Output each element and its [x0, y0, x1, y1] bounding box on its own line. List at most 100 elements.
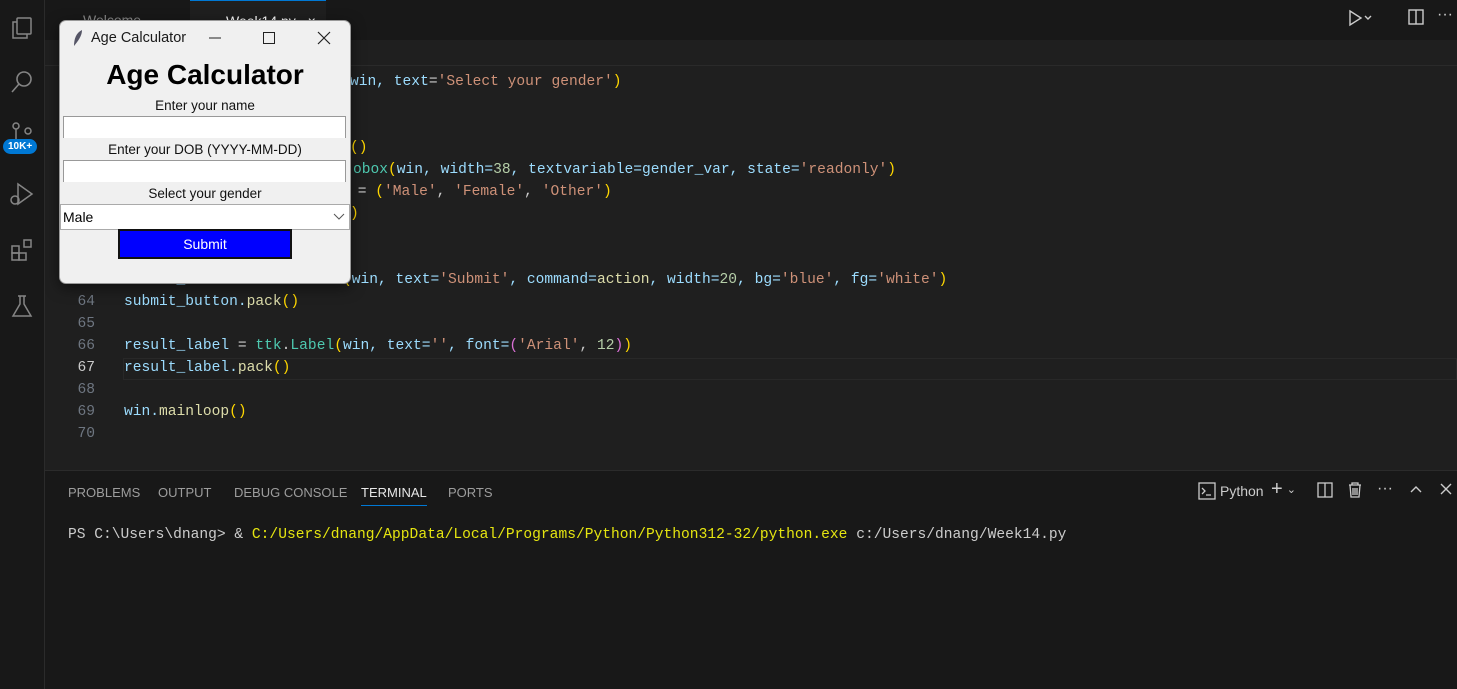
bottom-panel: PROBLEMS OUTPUT DEBUG CONSOLE TERMINAL PORTS…	[45, 470, 1457, 689]
search-icon[interactable]	[6, 66, 38, 98]
code-token: 'Other'	[541, 184, 603, 200]
code-token: )	[350, 206, 359, 222]
code-token: )	[612, 74, 622, 90]
code-token: ,	[436, 184, 455, 200]
terminal-name: Python	[1220, 483, 1264, 499]
terminal-prompt: PS C:\Users\dnang> &	[68, 527, 252, 543]
code-token: =	[428, 74, 438, 90]
code-token: win, text=	[351, 272, 440, 288]
close-panel-icon[interactable]	[1439, 482, 1453, 496]
line-number: 69	[77, 404, 95, 420]
minimize-button[interactable]	[204, 27, 226, 49]
code-line: result_label.pack()	[124, 360, 290, 376]
submit-button[interactable]: Submit	[118, 229, 292, 259]
code-token: submit_button.	[124, 294, 247, 310]
window-title: Age Calculator	[91, 30, 187, 46]
line-number: 67	[77, 360, 95, 376]
code-token: 'white'	[877, 272, 939, 288]
code-token: 'Submit'	[439, 272, 510, 288]
code-token: )	[938, 272, 948, 288]
code-token: result_label	[124, 338, 238, 354]
code-line: result_label = ttk.Label(win, text='', f…	[124, 338, 632, 354]
current-line-highlight	[123, 358, 1457, 380]
line-number: 70	[77, 426, 95, 442]
line-number: 64	[77, 294, 95, 310]
code-token: , width=	[649, 272, 720, 288]
maximize-button[interactable]	[258, 27, 280, 49]
code-token: win,	[350, 74, 394, 90]
code-token: 'Select your gender'	[437, 74, 613, 90]
code-token: win.	[124, 404, 160, 420]
code-token: 'Female'	[454, 184, 525, 200]
code-token: ()	[281, 294, 300, 310]
panel-tab-ports[interactable]: PORTS	[448, 485, 493, 500]
code-line: win, text='Select your gender')	[350, 74, 622, 90]
line-number: 66	[77, 338, 95, 354]
split-editor-icon[interactable]	[1407, 8, 1425, 26]
code-token: (	[388, 162, 397, 178]
line-number: 68	[77, 382, 95, 398]
split-terminal-icon[interactable]	[1317, 482, 1333, 498]
gender-value: Male	[63, 209, 94, 225]
panel-tab-terminal[interactable]: TERMINAL	[361, 485, 427, 506]
run-button[interactable]	[1347, 8, 1373, 28]
code-token: ()	[272, 360, 291, 376]
code-token: , font=	[448, 338, 510, 354]
source-control-badge: 10K+	[3, 139, 38, 154]
code-token: 38	[493, 162, 511, 178]
code-token: obox	[353, 162, 389, 178]
explorer-icon[interactable]	[6, 12, 38, 44]
maximize-panel-icon[interactable]	[1409, 482, 1423, 496]
terminal-profile[interactable]: Python	[1198, 482, 1264, 500]
terminal-arg: c:/Users/dnang/Week14.py	[847, 527, 1067, 543]
code-token: Label	[290, 338, 335, 354]
run-debug-icon[interactable]	[6, 178, 38, 210]
code-token: 'Male'	[384, 184, 437, 200]
code-token: win, text=	[342, 338, 431, 354]
code-token: result_label.	[124, 360, 238, 376]
extensions-icon[interactable]	[6, 234, 38, 266]
code-token: )	[887, 162, 897, 178]
dob-input[interactable]	[63, 160, 346, 182]
app-heading: Age Calculator	[106, 59, 304, 90]
name-input[interactable]	[63, 116, 346, 138]
code-line: obox(win, width=38, textvariable=gender_…	[353, 162, 896, 178]
code-token: (	[509, 338, 519, 354]
code-token: mainloop	[159, 404, 230, 420]
code-token: text	[393, 74, 429, 90]
panel-tab-problems[interactable]: PROBLEMS	[68, 485, 140, 500]
name-label: Enter your name	[155, 98, 255, 113]
dob-label: Enter your DOB (YYYY-MM-DD)	[108, 142, 302, 157]
gender-label: Select your gender	[148, 186, 262, 201]
code-line: win.mainloop()	[124, 404, 247, 420]
code-token: , fg=	[833, 272, 878, 288]
code-line: ()	[350, 140, 368, 156]
code-token: ()	[350, 140, 368, 156]
code-line: = ('Male', 'Female', 'Other')	[349, 184, 612, 200]
code-token: , bg=	[737, 272, 781, 288]
code-token: ()	[229, 404, 247, 420]
chevron-down-icon	[333, 213, 345, 220]
panel-tab-output[interactable]: OUTPUT	[158, 485, 211, 500]
testing-icon[interactable]	[6, 290, 38, 322]
terminal-output[interactable]: PS C:\Users\dnang> & C:/Users/dnang/AppD…	[68, 527, 1066, 543]
code-token: action	[596, 272, 650, 288]
code-token: win, width=	[396, 162, 494, 178]
more-actions-icon[interactable]: ···	[1437, 6, 1453, 24]
panel-tab-debug-console[interactable]: DEBUG CONSOLE	[234, 485, 347, 500]
close-window-button[interactable]	[313, 27, 335, 49]
trash-icon[interactable]	[1347, 482, 1363, 498]
code-token: 20	[719, 272, 738, 288]
age-calculator-window: Age Calculator Age Calculator Enter your…	[59, 20, 351, 284]
new-terminal-button[interactable]: + ⌄	[1271, 478, 1296, 501]
code-token: 12	[596, 338, 615, 354]
code-token: , command=	[509, 272, 597, 288]
code-token: 'Arial'	[518, 338, 580, 354]
code-token: (	[375, 184, 385, 200]
more-actions-icon[interactable]: ···	[1377, 480, 1393, 498]
code-token: )	[623, 338, 633, 354]
code-token: )	[614, 338, 624, 354]
code-token: =	[349, 184, 376, 200]
code-token: ''	[430, 338, 449, 354]
gender-select[interactable]: Male	[60, 204, 350, 230]
